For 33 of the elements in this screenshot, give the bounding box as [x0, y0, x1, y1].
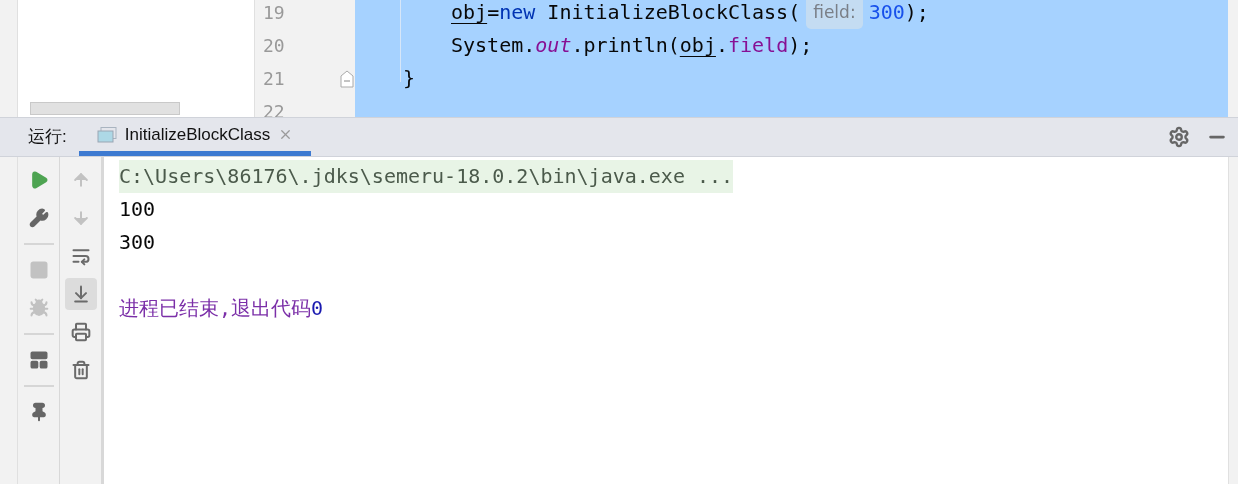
- trash-icon: [70, 360, 91, 380]
- code-token: }: [403, 65, 416, 92]
- layout-icon: [28, 350, 49, 370]
- console-line: 100: [119, 196, 156, 223]
- settings-icon[interactable]: [1168, 126, 1190, 148]
- code-token: =: [487, 0, 500, 26]
- console-line: 进程已结束,退出代码0: [119, 295, 324, 322]
- code-token: System.: [451, 32, 536, 59]
- bug-icon: [28, 298, 49, 318]
- code-token: obj: [451, 0, 488, 26]
- parameter-hint: field:: [806, 0, 863, 29]
- stop-icon: [28, 260, 49, 280]
- window-icon: [96, 126, 117, 143]
- printer-icon: [70, 322, 91, 342]
- panel-label: 运行:: [28, 126, 67, 149]
- code-token: .println(: [571, 32, 680, 59]
- code-token: );: [788, 32, 813, 59]
- wrench-icon: [28, 208, 49, 228]
- console-line: 300: [119, 229, 156, 256]
- code-token: 300: [868, 0, 905, 26]
- code-token: out: [535, 32, 572, 59]
- line-number: 20: [263, 34, 286, 58]
- code-token: field: [727, 32, 789, 59]
- scrollbar[interactable]: [30, 102, 180, 115]
- line-number: 21: [263, 67, 286, 91]
- code-token: obj: [679, 32, 716, 59]
- soft-wrap-icon: [70, 246, 91, 266]
- code-token: new: [499, 0, 536, 26]
- scroll-to-end-button[interactable]: [64, 278, 97, 310]
- code-token: .: [715, 32, 728, 59]
- code-token: );: [904, 0, 929, 26]
- line-number: 19: [263, 1, 286, 25]
- code-token: InitializeBlockClass(: [546, 0, 801, 26]
